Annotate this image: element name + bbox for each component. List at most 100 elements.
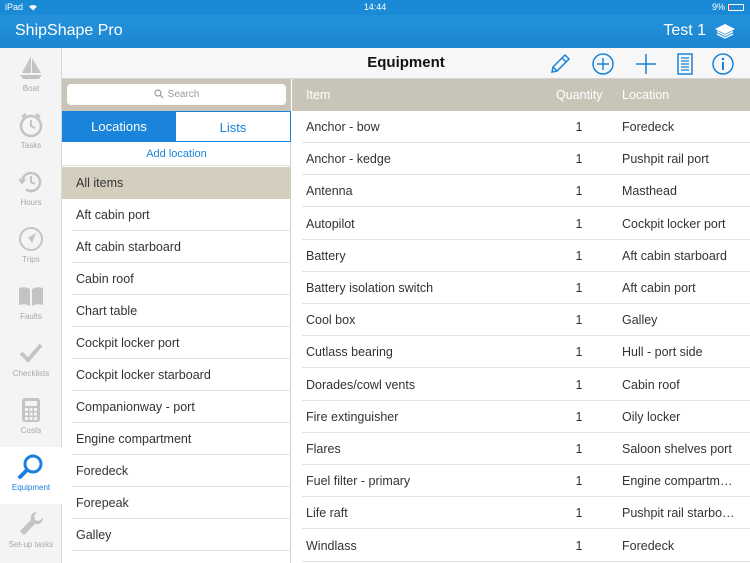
- cell-item: Battery: [306, 248, 346, 263]
- search-input[interactable]: Search: [67, 84, 286, 105]
- content-toolbar: Equipment: [62, 48, 750, 79]
- book-icon: [19, 287, 43, 306]
- status-battery: 9%: [712, 2, 744, 12]
- location-item[interactable]: Aft cabin port: [62, 199, 291, 231]
- tab-hours[interactable]: Hours: [0, 162, 62, 219]
- tab-label: Costs: [20, 426, 42, 435]
- header-location[interactable]: Location: [622, 88, 669, 102]
- locations-lists-segment: Locations Lists: [62, 111, 291, 142]
- history-icon: [18, 171, 42, 193]
- location-label: Engine compartment: [76, 432, 192, 446]
- tab-tasks[interactable]: Tasks: [0, 105, 62, 162]
- cell-quantity: 1: [575, 442, 583, 456]
- cell-location: Masthead: [622, 184, 677, 199]
- location-item[interactable]: Galley: [62, 519, 291, 551]
- location-label: Forepeak: [76, 496, 129, 510]
- search-bar: Search: [62, 79, 291, 111]
- cell-quantity: 1: [575, 216, 583, 231]
- location-label: All items: [76, 176, 124, 190]
- table-header: Item Quantity Location: [292, 79, 750, 111]
- pencil-icon[interactable]: [548, 52, 572, 76]
- add-location-button[interactable]: Add location: [62, 142, 291, 166]
- table-row[interactable]: Fuel filter - primary 1 Engine compartm…: [292, 465, 750, 498]
- location-item[interactable]: Cockpit locker starboard: [62, 359, 291, 391]
- tab-equipment[interactable]: Equipment: [0, 447, 62, 504]
- tab-label: Boat: [22, 84, 40, 93]
- equipment-table: Item Quantity Location Anchor - bow 1 Fore…: [292, 79, 750, 563]
- location-label: Foredeck: [76, 464, 129, 478]
- plus-icon[interactable]: [634, 52, 658, 76]
- location-item[interactable]: Engine compartment: [62, 423, 291, 455]
- location-item[interactable]: Chart table: [62, 295, 291, 327]
- info-icon[interactable]: [711, 52, 735, 76]
- checkmark-icon: [19, 343, 43, 363]
- tab-checklists[interactable]: Checklists: [0, 333, 62, 390]
- cell-quantity: 1: [575, 409, 583, 424]
- wrench-icon: [20, 511, 44, 535]
- cell-location: Foredeck: [622, 538, 675, 553]
- table-row[interactable]: Autopilot 1 Cockpit locker port: [292, 208, 750, 240]
- location-item[interactable]: All items: [62, 167, 291, 199]
- sailboat-icon: [20, 56, 42, 79]
- cell-location: Engine compartm…: [622, 474, 733, 489]
- cell-location: Oily locker: [622, 409, 681, 424]
- table-row[interactable]: Flares 1 Saloon shelves port: [292, 433, 750, 465]
- status-bar: iPad 14:44 9%: [0, 0, 750, 15]
- location-item[interactable]: Cabin roof: [62, 263, 291, 295]
- cell-item: Cutlass bearing: [306, 345, 393, 360]
- tab-trips[interactable]: Trips: [0, 219, 62, 276]
- table-row[interactable]: Cutlass bearing 1 Hull - port side: [292, 336, 750, 369]
- status-time: 14:44: [363, 2, 387, 12]
- location-label: Cockpit locker starboard: [76, 368, 211, 382]
- location-label: Galley: [76, 528, 112, 542]
- cell-location: Foredeck: [622, 120, 675, 134]
- search-placeholder: Search: [167, 89, 200, 100]
- location-label: Aft cabin starboard: [76, 240, 181, 254]
- header-quantity[interactable]: Quantity: [556, 88, 603, 102]
- table-row[interactable]: Life raft 1 Pushpit rail starbo…: [292, 497, 750, 530]
- location-item[interactable]: Aft cabin starboard: [62, 231, 291, 263]
- table-row[interactable]: Cool box 1 Galley: [292, 304, 750, 337]
- add-circle-icon[interactable]: [591, 52, 615, 76]
- cell-quantity: 1: [575, 506, 583, 521]
- table-row[interactable]: Fire extinguisher 1 Oily locker: [292, 401, 750, 433]
- cell-location: Pushpit rail port: [622, 152, 709, 167]
- tab-label: Hours: [20, 198, 42, 207]
- clock-icon: [19, 113, 43, 138]
- boat-switch-icon[interactable]: [714, 23, 736, 39]
- location-item[interactable]: Forepeak: [62, 487, 291, 519]
- location-item[interactable]: Companionway - port: [62, 391, 291, 423]
- cell-quantity: 1: [575, 184, 583, 199]
- cell-item: Windlass: [306, 538, 357, 553]
- table-row[interactable]: Dorades/cowl vents 1 Cabin roof: [292, 369, 750, 401]
- document-icon[interactable]: [673, 52, 697, 76]
- table-row[interactable]: Windlass 1 Foredeck: [292, 530, 750, 562]
- nav-bar: ShipShape Pro Test 1: [0, 15, 750, 48]
- table-row[interactable]: Antenna 1 Masthead: [292, 175, 750, 208]
- table-row[interactable]: Battery isolation switch 1 Aft cabin port: [292, 272, 750, 304]
- segment-locations[interactable]: Locations: [62, 111, 176, 142]
- table-row[interactable]: Battery 1 Aft cabin starboard: [292, 240, 750, 272]
- battery-percent: 9%: [711, 2, 725, 12]
- cell-location: Aft cabin port: [622, 281, 696, 295]
- location-item[interactable]: Foredeck: [62, 455, 291, 487]
- cell-quantity: 1: [575, 345, 583, 360]
- header-item[interactable]: Item: [306, 88, 330, 102]
- tab-label: Tasks: [20, 141, 42, 150]
- table-row[interactable]: Anchor - bow 1 Foredeck: [292, 111, 750, 143]
- location-item[interactable]: Cockpit locker port: [62, 327, 291, 359]
- cell-item: Anchor - kedge: [306, 152, 391, 167]
- tab-label: Checklists: [12, 369, 50, 378]
- tab-costs[interactable]: Costs: [0, 390, 62, 447]
- battery-icon: [728, 3, 744, 11]
- tab-faults[interactable]: Faults: [0, 276, 62, 333]
- segment-lists[interactable]: Lists: [176, 111, 291, 142]
- location-label: Companionway - port: [76, 400, 195, 414]
- tab-setup-tasks[interactable]: Set-up tasks: [0, 504, 62, 561]
- tab-boat[interactable]: Boat: [0, 48, 62, 105]
- cell-quantity: 1: [575, 377, 583, 392]
- boat-name-button[interactable]: Test 1: [663, 22, 706, 40]
- cell-quantity: 1: [575, 474, 583, 489]
- cell-item: Dorades/cowl vents: [306, 377, 416, 392]
- table-row[interactable]: Anchor - kedge 1 Pushpit rail port: [292, 143, 750, 176]
